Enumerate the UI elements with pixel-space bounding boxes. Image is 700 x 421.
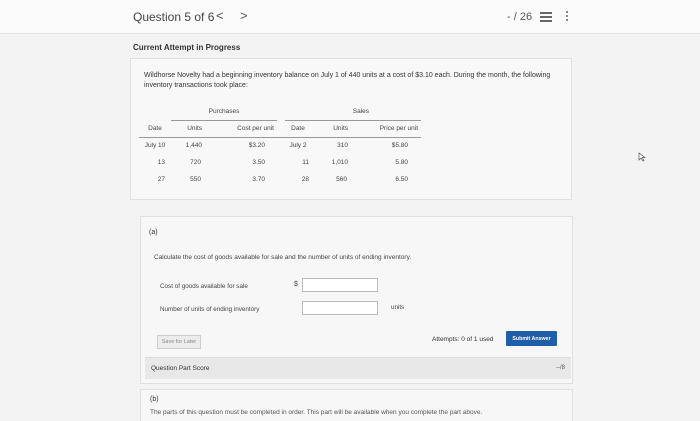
part-a-instruction: Calculate the cost of goods available fo… (154, 254, 412, 261)
table-cell: 1,010 (331, 159, 348, 166)
part-score-bar: Question Part Score --/8 (145, 357, 571, 379)
ending-units-input[interactable] (302, 301, 378, 315)
cost-of-goods-input[interactable] (302, 278, 378, 292)
kebab-menu-icon[interactable] (566, 11, 570, 23)
part-a-panel: (a) Calculate the cost of goods availabl… (140, 216, 573, 384)
current-attempt-label: Current Attempt in Progress (133, 43, 241, 52)
column-header: Cost per unit (205, 120, 277, 138)
question-stem: Wildhorse Novelty had a beginning invent… (130, 58, 572, 200)
part-a-label: (a) (149, 229, 158, 236)
table-group-header-row: Purchases Sales (139, 103, 421, 121)
table-cell: 1,440 (185, 142, 202, 150)
list-icon[interactable] (540, 12, 552, 22)
table-cell: 3.50 (252, 159, 265, 166)
question-title: Question 5 of 6 (133, 10, 215, 24)
part-b-panel: (b) The parts of this question must be c… (140, 389, 573, 421)
question-intro-text: Wildhorse Novelty had a beginning invent… (144, 72, 551, 89)
part-b-label: (b) (150, 396, 159, 403)
table-column-header-row: Date Units Cost per unit Date Units Pric… (139, 120, 421, 138)
column-header: Date (285, 120, 311, 138)
table-cell: 28 (301, 176, 309, 183)
attempts-counter: Attempts: 0 of 1 used (432, 336, 494, 343)
table-cell: 310 (337, 142, 348, 150)
submit-answer-button[interactable]: Submit Answer (506, 331, 557, 346)
mouse-pointer-icon (638, 152, 646, 162)
table-cell: $3.20 (248, 142, 265, 150)
column-header: Price per unit (351, 120, 421, 138)
table-cell: July 2 (289, 142, 307, 150)
table-cell: 13 (157, 159, 165, 166)
table-row: 13 720 3.50 11 1,010 5.80 (139, 154, 421, 171)
table-row: 27 550 3.70 28 560 6.50 (139, 171, 421, 188)
question-header: Question 5 of 6 < > - / 26 (0, 0, 700, 34)
part-score-label: Question Part Score (151, 365, 210, 372)
dollar-prefix: $ (294, 281, 298, 288)
table-cell: $5.80 (391, 142, 408, 150)
save-for-later-button[interactable]: Save for Later (157, 335, 201, 349)
table-cell: 6.50 (395, 176, 408, 183)
inventory-transactions-table: Purchases Sales Date Units Cost per unit… (139, 103, 421, 188)
column-header: Date (139, 120, 171, 138)
sales-group-header: Sales (285, 103, 421, 121)
table-row: July 10 1,440 $3.20 July 2 310 $5.80 (139, 137, 421, 154)
purchases-group-header: Purchases (171, 103, 277, 121)
column-header: Units (311, 120, 351, 138)
part-b-locked-message: The parts of this question must be compl… (150, 409, 483, 416)
next-question-button[interactable]: > (240, 8, 248, 23)
part-score-value: --/8 (556, 365, 565, 371)
ending-units-label: Number of units of ending inventory (160, 306, 260, 313)
table-cell: July 10 (144, 142, 166, 150)
table-cell: 11 (302, 159, 309, 166)
previous-question-button[interactable]: < (216, 8, 224, 23)
column-header: Units (171, 120, 205, 138)
table-cell: 5.80 (395, 159, 408, 166)
table-cell: 550 (190, 176, 201, 183)
cost-of-goods-label: Cost of goods available for sale (160, 283, 248, 290)
table-cell: 3.70 (252, 176, 265, 183)
table-cell: 27 (157, 176, 165, 183)
question-score: - / 26 (507, 11, 533, 23)
units-suffix: units (391, 304, 405, 311)
table-cell: 720 (190, 159, 201, 166)
table-cell: 560 (336, 176, 347, 183)
